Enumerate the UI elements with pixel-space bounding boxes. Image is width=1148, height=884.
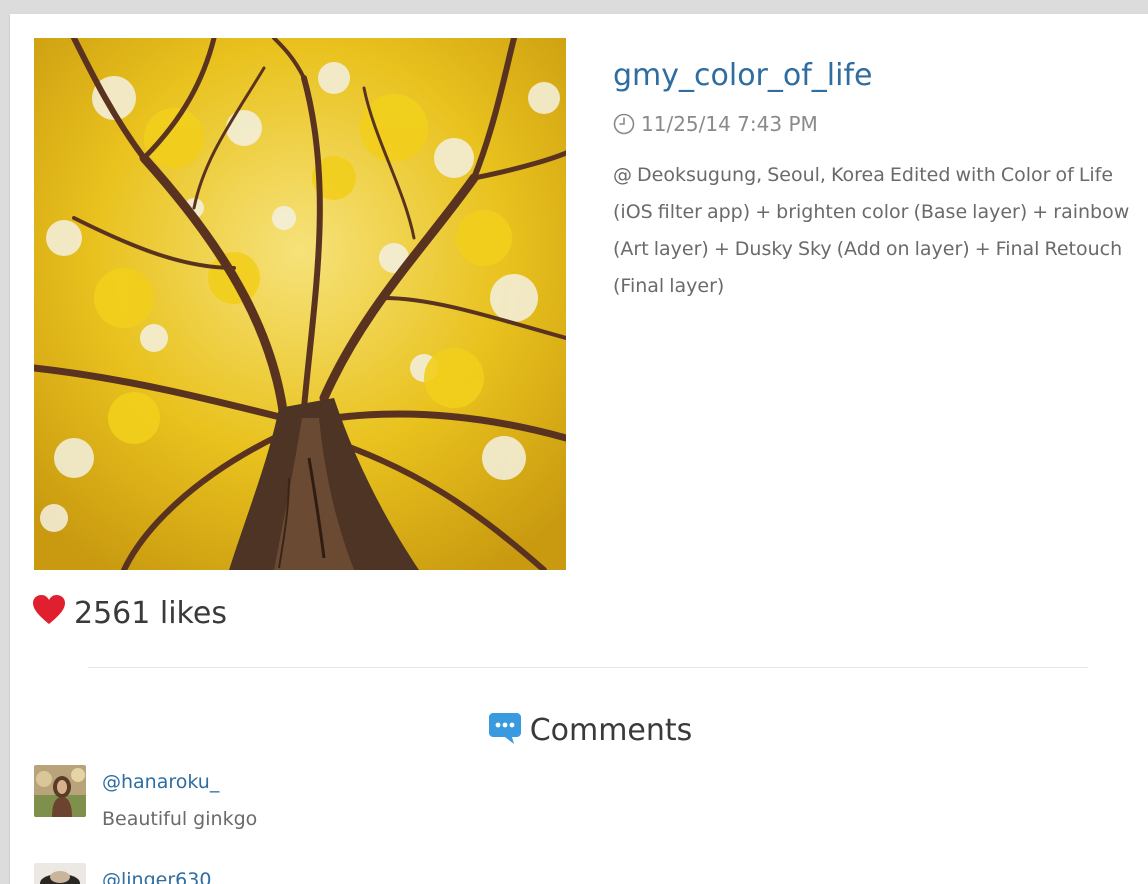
avatar[interactable] xyxy=(34,863,86,884)
avatar[interactable] xyxy=(34,765,86,817)
chat-bubble-icon xyxy=(488,713,521,744)
heart-icon xyxy=(33,595,65,624)
comments-header: Comments xyxy=(10,708,1148,752)
avatar-image xyxy=(34,863,86,884)
comments-title: Comments xyxy=(529,712,693,748)
comment-username[interactable]: @hanaroku_ xyxy=(102,771,219,793)
likes-count[interactable]: 2561 likes xyxy=(32,591,227,635)
post-card: gmy_color_of_life 11/25/14 7:43 PM @ Deo… xyxy=(10,14,1148,884)
likes-label: 2561 likes xyxy=(74,595,227,631)
post-username[interactable]: gmy_color_of_life xyxy=(613,54,1143,98)
comment-text: Beautiful ginkgo xyxy=(102,808,258,830)
section-divider xyxy=(88,667,1088,668)
post-timestamp: 11/25/14 7:43 PM xyxy=(613,110,1143,138)
clock-icon xyxy=(613,113,635,135)
timestamp-text: 11/25/14 7:43 PM xyxy=(641,112,818,136)
comment-item: @hanaroku_ Beautiful ginkgo xyxy=(34,765,734,830)
comment-item: @linger630 xyxy=(34,863,734,884)
avatar-image xyxy=(34,765,86,817)
ginkgo-tree-image xyxy=(34,38,566,570)
post-caption: @ Deoksugung, Seoul, Korea Edited with C… xyxy=(613,164,1130,297)
comment-username[interactable]: @linger630 xyxy=(102,869,211,884)
post-info: gmy_color_of_life 11/25/14 7:43 PM @ Deo… xyxy=(613,54,1143,305)
post-photo[interactable] xyxy=(34,38,566,570)
